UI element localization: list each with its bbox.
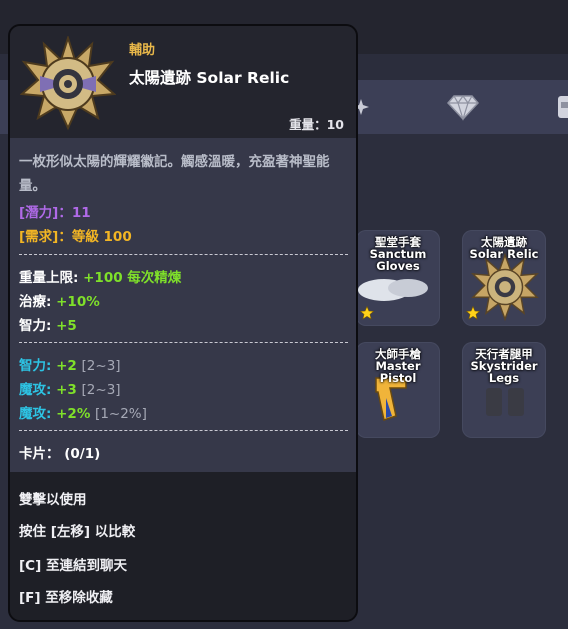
hint-remove-favorite: [F] 至移除收藏	[19, 590, 113, 606]
hint-double-click: 雙擊以使用	[19, 492, 87, 508]
gem-icon[interactable]	[446, 92, 480, 122]
card-slots: 卡片： (0/1)	[19, 446, 101, 462]
divider	[19, 254, 348, 255]
star-icon	[466, 306, 480, 320]
star-icon	[360, 306, 374, 320]
slot-name: 太陽遺跡 Solar Relic	[469, 235, 539, 261]
divider	[19, 430, 348, 431]
legs-icon	[486, 388, 524, 416]
inventory-slot[interactable]: 天行者腿甲 Skystrider Legs	[462, 342, 546, 438]
hint-link-chat: [C] 至連結到聊天	[19, 558, 127, 574]
random-stat-row: 智力: +2 [2~3]	[19, 358, 121, 374]
slot-name: 聖堂手套 Sanctum Gloves	[369, 235, 427, 273]
stat-row: 智力: +5	[19, 318, 77, 334]
item-name: 太陽遺跡 Solar Relic	[129, 69, 290, 87]
stat-row: 治療: +10%	[19, 294, 100, 310]
solar-relic-icon	[470, 252, 540, 322]
random-stat-row: 魔攻: +2% [1~2%]	[19, 406, 147, 422]
item-requirement: [需求]：等級 100	[19, 229, 132, 245]
stat-row: 重量上限: +100 每次精煉	[19, 270, 182, 286]
slot-name: 天行者腿甲 Skystrider Legs	[470, 347, 538, 385]
gloves-icon	[358, 279, 428, 301]
divider	[19, 342, 348, 343]
item-description: 一枚形似太陽的輝耀徽記。觸感溫暖，充盈著神聖能量。	[19, 154, 330, 194]
item-tooltip: 輔助 太陽遺跡 Solar Relic 重量：10 一枚形似太陽的輝耀徽記。觸感…	[8, 24, 358, 622]
hint-compare: 按住 [左移] 以比較	[19, 524, 136, 540]
item-weight: 重量：10	[289, 117, 344, 132]
tooltip-body: 一枚形似太陽的輝耀徽記。觸感溫暖，充盈著神聖能量。 [潛力]：11 [需求]：等…	[10, 138, 356, 472]
slot-name: 大師手槍 Master Pistol	[375, 347, 421, 385]
inventory-slot[interactable]: 聖堂手套 Sanctum Gloves	[356, 230, 440, 326]
random-stat-row: 魔攻: +3 [2~3]	[19, 382, 121, 398]
solar-relic-icon	[20, 36, 116, 131]
tooltip-footer: 雙擊以使用 按住 [左移] 以比較 [C] 至連結到聊天 [F] 至移除收藏	[10, 472, 356, 620]
bag-icon[interactable]	[552, 92, 568, 122]
tooltip-header: 輔助 太陽遺跡 Solar Relic 重量：10	[10, 26, 356, 138]
inventory-slot[interactable]: 太陽遺跡 Solar Relic	[462, 230, 546, 326]
item-potential: [潛力]：11	[19, 205, 91, 221]
inventory-slot[interactable]: 大師手槍 Master Pistol	[356, 342, 440, 438]
item-category: 輔助	[129, 43, 156, 58]
